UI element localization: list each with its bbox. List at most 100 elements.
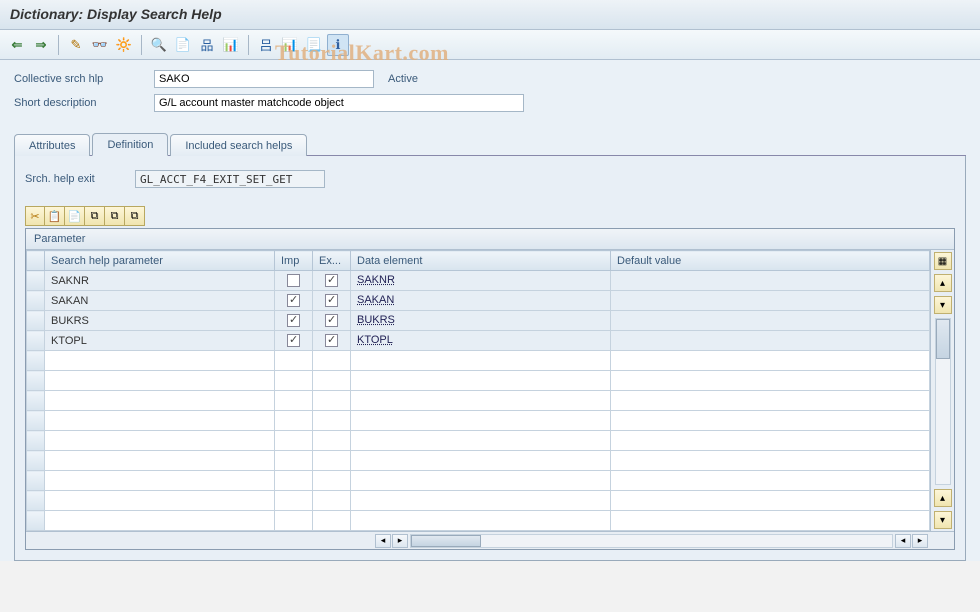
exit-value[interactable] (135, 170, 325, 188)
cell-exp[interactable] (313, 271, 351, 291)
activate-button[interactable]: 🔆 (113, 34, 135, 56)
row-selector[interactable] (27, 451, 45, 471)
cut-button[interactable]: ✂ (25, 206, 45, 226)
shortdesc-value[interactable] (154, 94, 524, 112)
graphic-button[interactable]: 📊 (220, 34, 242, 56)
cell-exp[interactable] (313, 431, 351, 451)
cell-exp[interactable] (313, 451, 351, 471)
forward-button[interactable]: ⇒ (30, 34, 52, 56)
cell-elem[interactable] (351, 391, 611, 411)
other-object-button[interactable]: 📄 (172, 34, 194, 56)
hscroll-left1[interactable]: ◂ (375, 534, 391, 548)
horizontal-scrollbar[interactable] (410, 534, 893, 548)
cell-imp[interactable] (275, 471, 313, 491)
cell-param[interactable] (45, 431, 275, 451)
cell-imp[interactable] (275, 431, 313, 451)
cell-elem[interactable] (351, 491, 611, 511)
cell-elem[interactable] (351, 351, 611, 371)
tab-definition[interactable]: Definition (92, 133, 168, 156)
col-imp[interactable]: Imp (275, 251, 313, 271)
cell-imp[interactable] (275, 311, 313, 331)
where-used-button[interactable]: 🔍 (148, 34, 170, 56)
insert-row-button[interactable]: ⧉ (85, 206, 105, 226)
checkbox-icon[interactable] (325, 294, 338, 307)
cell-exp[interactable] (313, 331, 351, 351)
hscroll-right1[interactable]: ▸ (392, 534, 408, 548)
hscroll-right2[interactable]: ▸ (912, 534, 928, 548)
scroll-up2-button[interactable]: ▴ (934, 489, 952, 507)
row-selector[interactable] (27, 371, 45, 391)
row-selector[interactable] (27, 431, 45, 451)
checkbox-icon[interactable] (287, 294, 300, 307)
scroll-down-button[interactable]: ▾ (934, 296, 952, 314)
cell-imp[interactable] (275, 371, 313, 391)
print-button[interactable]: 📊 (279, 34, 301, 56)
duplicate-button[interactable]: ⧉ (125, 206, 145, 226)
row-selector[interactable] (27, 311, 45, 331)
cell-elem[interactable]: KTOPL (351, 331, 611, 351)
cell-default[interactable] (611, 331, 930, 351)
tab-included[interactable]: Included search helps (170, 134, 307, 156)
row-selector[interactable] (27, 411, 45, 431)
cell-param[interactable]: SAKNR (45, 271, 275, 291)
scroll-down2-button[interactable]: ▾ (934, 511, 952, 529)
checkbox-icon[interactable] (287, 314, 300, 327)
cell-elem[interactable] (351, 431, 611, 451)
vertical-scrollbar[interactable] (935, 318, 951, 485)
cell-param[interactable] (45, 491, 275, 511)
row-selector[interactable] (27, 271, 45, 291)
checkbox-icon[interactable] (325, 334, 338, 347)
cell-imp[interactable] (275, 451, 313, 471)
cell-param[interactable] (45, 511, 275, 531)
cell-exp[interactable] (313, 291, 351, 311)
horizontal-scroll-thumb[interactable] (411, 535, 481, 547)
cell-elem[interactable]: SAKNR (351, 271, 611, 291)
paste-button[interactable]: 📄 (65, 206, 85, 226)
cell-default[interactable] (611, 271, 930, 291)
cell-exp[interactable] (313, 391, 351, 411)
row-selector[interactable] (27, 511, 45, 531)
col-param[interactable]: Search help parameter (45, 251, 275, 271)
row-selector[interactable] (27, 331, 45, 351)
cell-imp[interactable] (275, 511, 313, 531)
cell-imp[interactable] (275, 411, 313, 431)
collective-value[interactable] (154, 70, 374, 88)
cell-elem[interactable] (351, 471, 611, 491)
row-selector[interactable] (27, 391, 45, 411)
cell-default[interactable] (611, 351, 930, 371)
cell-param[interactable]: SAKAN (45, 291, 275, 311)
glasses-button[interactable]: 👓 (89, 34, 111, 56)
cell-imp[interactable] (275, 331, 313, 351)
cell-imp[interactable] (275, 351, 313, 371)
hierarchy-button[interactable]: 品 (196, 34, 218, 56)
cell-exp[interactable] (313, 351, 351, 371)
vertical-scroll-thumb[interactable] (936, 319, 950, 359)
cell-default[interactable] (611, 511, 930, 531)
cell-elem[interactable]: BUKRS (351, 311, 611, 331)
cell-default[interactable] (611, 431, 930, 451)
cell-default[interactable] (611, 491, 930, 511)
checkbox-icon[interactable] (325, 274, 338, 287)
cell-elem[interactable] (351, 371, 611, 391)
row-selector[interactable] (27, 471, 45, 491)
grid-settings-button[interactable]: ▦ (934, 252, 952, 270)
cell-exp[interactable] (313, 411, 351, 431)
cell-default[interactable] (611, 451, 930, 471)
doc-button[interactable]: 📃 (303, 34, 325, 56)
cell-elem[interactable]: SAKAN (351, 291, 611, 311)
cell-param[interactable] (45, 471, 275, 491)
cell-exp[interactable] (313, 471, 351, 491)
cell-default[interactable] (611, 411, 930, 431)
tab-attributes[interactable]: Attributes (14, 134, 90, 156)
cell-exp[interactable] (313, 371, 351, 391)
back-button[interactable]: ⇐ (6, 34, 28, 56)
cell-exp[interactable] (313, 491, 351, 511)
cell-default[interactable] (611, 391, 930, 411)
checkbox-icon[interactable] (287, 334, 300, 347)
row-selector[interactable] (27, 351, 45, 371)
cell-param[interactable] (45, 451, 275, 471)
cell-default[interactable] (611, 371, 930, 391)
cell-default[interactable] (611, 311, 930, 331)
cell-elem[interactable] (351, 411, 611, 431)
hscroll-left2[interactable]: ◂ (895, 534, 911, 548)
